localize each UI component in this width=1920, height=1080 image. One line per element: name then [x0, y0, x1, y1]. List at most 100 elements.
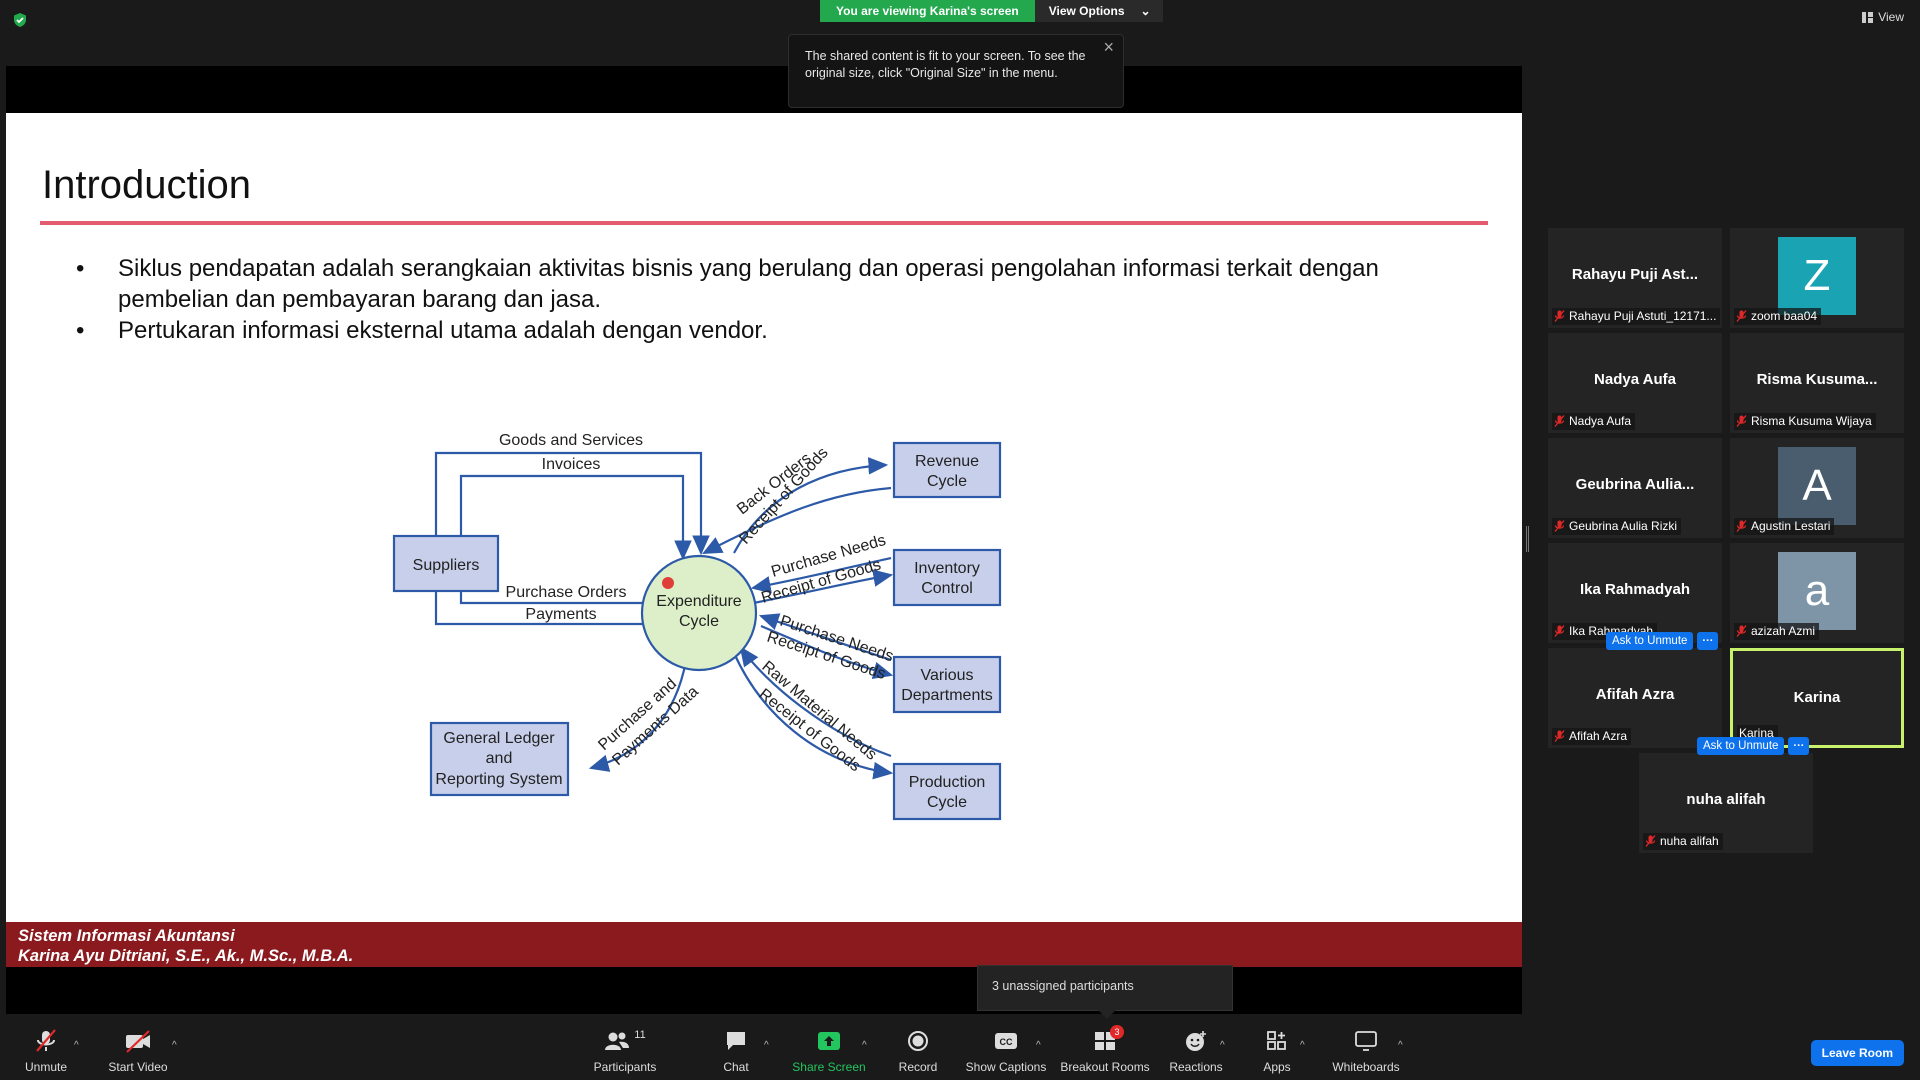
participant-label-text: Agustin Lestari: [1751, 519, 1831, 533]
view-options-button[interactable]: View Options ⌄: [1034, 0, 1163, 22]
participant-tile[interactable]: Rahayu Puji Ast... Rahayu Puji Astuti_121…: [1548, 228, 1722, 328]
participant-label: Agustin Lestari: [1734, 518, 1835, 535]
share-screen-button[interactable]: Share Screen: [790, 1018, 868, 1080]
participant-tile[interactable]: a azizah Azmi: [1730, 543, 1904, 643]
participant-tile[interactable]: Geubrina Aulia... Geubrina Aulia Rizki: [1548, 438, 1722, 538]
unassigned-participants-popup[interactable]: 3 unassigned participants: [977, 965, 1233, 1019]
participants-button[interactable]: 11 Participants: [590, 1018, 660, 1080]
participant-tile[interactable]: Nadya Aufa Nadya Aufa: [1548, 333, 1722, 433]
participant-tile[interactable]: Karina Karina: [1730, 648, 1904, 748]
pointer-indicator: [662, 577, 674, 589]
chat-label: Chat: [723, 1060, 749, 1074]
audio-options-caret[interactable]: ^: [74, 1040, 79, 1051]
whiteboards-label: Whiteboards: [1332, 1060, 1400, 1074]
more-options-button[interactable]: ···: [1788, 737, 1810, 755]
participant-label-text: azizah Azmi: [1751, 624, 1816, 638]
revenue-label-2: Cycle: [927, 473, 967, 490]
apps-icon: [1263, 1029, 1291, 1053]
record-icon: [904, 1029, 932, 1053]
leave-room-button[interactable]: Leave Room: [1810, 1040, 1904, 1066]
fit-to-screen-tooltip: The shared content is fit to your screen…: [788, 34, 1124, 108]
slide: Introduction • Siklus pendapatan adalah s…: [6, 113, 1522, 967]
captions-icon: CC: [992, 1029, 1020, 1053]
payments-label: Payments: [525, 606, 596, 623]
whiteboards-button[interactable]: Whiteboards: [1328, 1018, 1404, 1080]
whiteboard-icon: [1352, 1029, 1380, 1053]
grid-view-icon: [1862, 11, 1874, 23]
ask-to-unmute-group: Ask to Unmute ···: [1697, 737, 1810, 755]
record-button[interactable]: Record: [896, 1018, 940, 1080]
participant-label-text: Rahayu Puji Astuti_12171...: [1569, 309, 1717, 323]
lecturer-name: Karina Ayu Ditriani, S.E., Ak., M.Sc., M…: [18, 947, 354, 965]
video-options-caret[interactable]: ^: [172, 1040, 177, 1051]
muted-mic-icon: [32, 1029, 60, 1053]
breakout-rooms-label: Breakout Rooms: [1060, 1060, 1150, 1074]
muted-mic-icon: [1554, 310, 1565, 322]
reactions-options-caret[interactable]: ^: [1220, 1040, 1225, 1051]
participant-label-text: zoom baa04: [1751, 309, 1818, 323]
participant-name: Risma Kusuma...: [1756, 371, 1878, 388]
chevron-down-icon: ⌄: [1140, 4, 1151, 18]
breakout-badge: 3: [1110, 1025, 1124, 1039]
participant-label-text: nuha alifah: [1660, 834, 1719, 848]
bullet-item: • Pertukaran informasi eksternal utama ad…: [76, 317, 768, 344]
whiteboards-options-caret[interactable]: ^: [1398, 1040, 1403, 1051]
participant-name: Karina: [1793, 689, 1841, 706]
tooltip-text: The shared content is fit to your screen…: [805, 49, 1086, 80]
participants-icon: 11: [600, 1029, 650, 1053]
muted-mic-icon: [1554, 415, 1565, 427]
participant-name: Afifah Azra: [1595, 686, 1675, 703]
participant-name: Geubrina Aulia...: [1575, 476, 1695, 493]
share-screen-icon: [815, 1029, 843, 1053]
various-label-1: Various: [920, 667, 973, 684]
share-options-caret[interactable]: ^: [862, 1040, 867, 1051]
participant-tile[interactable]: Ika Rahmadyah Ika Rahmadyah: [1548, 543, 1722, 643]
apps-button[interactable]: Apps: [1254, 1018, 1300, 1080]
participant-label-text: Nadya Aufa: [1569, 414, 1632, 428]
chat-button[interactable]: Chat: [716, 1018, 756, 1080]
participant-tile[interactable]: A Agustin Lestari: [1730, 438, 1904, 538]
start-video-button[interactable]: Start Video: [106, 1018, 170, 1080]
reactions-button[interactable]: Reactions: [1168, 1018, 1224, 1080]
breakout-rooms-button[interactable]: 3 Breakout Rooms: [1060, 1018, 1150, 1080]
expenditure-cycle-diagram: Suppliers Expenditure Cycle General Ledg…: [392, 432, 1002, 821]
panel-resize-handle[interactable]: [1526, 526, 1529, 552]
muted-mic-icon: [1736, 310, 1747, 322]
close-icon[interactable]: ×: [1103, 38, 1114, 56]
ask-to-unmute-button[interactable]: Ask to Unmute: [1697, 737, 1785, 755]
participant-label-text: Geubrina Aulia Rizki: [1569, 519, 1678, 533]
participant-label: Geubrina Aulia Rizki: [1552, 518, 1682, 535]
ask-to-unmute-button[interactable]: Ask to Unmute: [1606, 632, 1694, 650]
svg-text:CC: CC: [1000, 1037, 1013, 1047]
unmute-button[interactable]: Unmute: [22, 1018, 70, 1080]
apps-options-caret[interactable]: ^: [1300, 1040, 1305, 1051]
gl-label-1: General Ledger: [443, 730, 555, 747]
chat-icon: [722, 1029, 750, 1053]
chat-options-caret[interactable]: ^: [764, 1040, 769, 1051]
captions-options-caret[interactable]: ^: [1036, 1040, 1041, 1051]
bullet-item: • Siklus pendapatan adalah serangkaian ak…: [76, 253, 1476, 315]
production-label-1: Production: [909, 774, 986, 791]
reactions-icon: [1182, 1029, 1210, 1053]
security-shield-icon[interactable]: [12, 12, 28, 28]
record-label: Record: [898, 1060, 938, 1074]
participant-label-text: Risma Kusuma Wijaya: [1751, 414, 1872, 428]
view-label: View: [1878, 10, 1904, 24]
participant-label: nuha alifah: [1643, 833, 1723, 850]
participant-label: Rahayu Puji Astuti_12171...: [1552, 308, 1721, 325]
bullet-list: • Siklus pendapatan adalah serangkaian ak…: [76, 253, 1476, 346]
participant-tile[interactable]: Zzoom baa04: [1730, 228, 1904, 328]
participant-tile[interactable]: Afifah Azra Afifah Azra Ask to Unmute ···: [1548, 632, 1722, 748]
more-options-button[interactable]: ···: [1697, 632, 1719, 650]
invoices-label: Invoices: [542, 456, 601, 473]
goods-services-label: Goods and Services: [499, 432, 643, 449]
participant-tile[interactable]: Risma Kusuma... Risma Kusuma Wijaya: [1730, 333, 1904, 433]
production-label-2: Cycle: [927, 794, 967, 811]
course-title: Sistem Informasi Akuntansi: [18, 927, 235, 945]
muted-mic-icon: [1554, 625, 1565, 637]
breakout-rooms-icon: 3: [1091, 1025, 1124, 1053]
purchase-orders-label: Purchase Orders: [506, 584, 627, 601]
view-button[interactable]: View: [1862, 10, 1904, 24]
participant-tile[interactable]: nuha alifah nuha alifah Ask to Unmute ···: [1639, 737, 1813, 853]
participant-avatar: A: [1778, 447, 1856, 525]
